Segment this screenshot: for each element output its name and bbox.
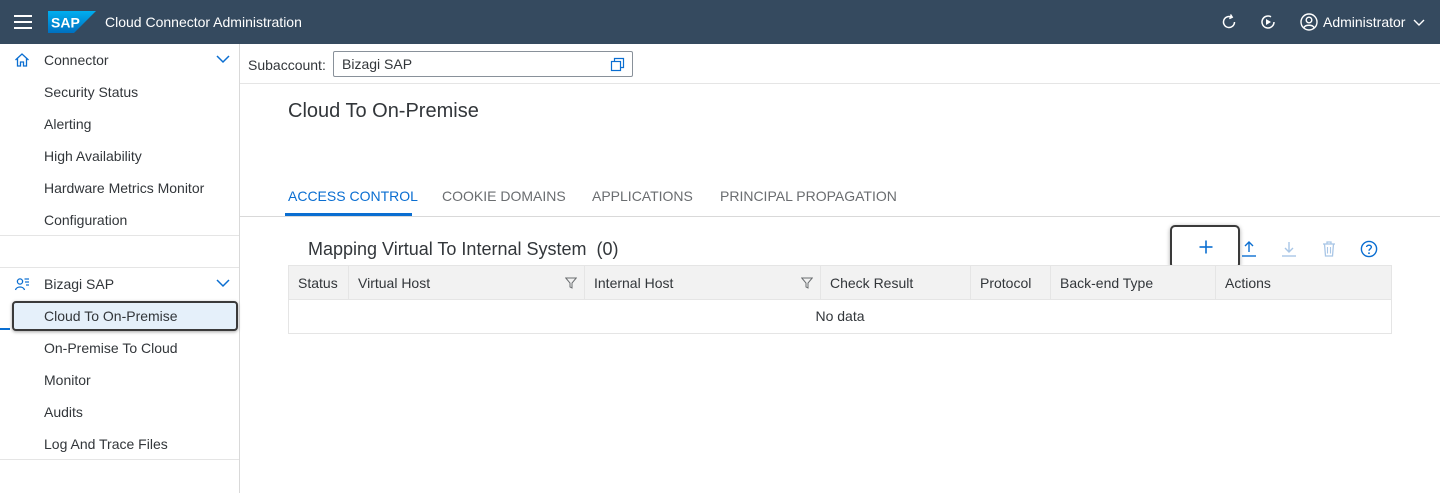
- sidebar-item-label: Audits: [44, 404, 83, 420]
- refresh-icon[interactable]: [1219, 12, 1239, 32]
- sidebar-divider: [0, 459, 239, 460]
- sidebar-item-label: Security Status: [44, 84, 139, 100]
- sidebar: Connector Security Status Alerting High …: [0, 44, 240, 493]
- sidebar-group-label: Bizagi SAP: [44, 276, 115, 292]
- table-title-text: Mapping Virtual To Internal System: [308, 239, 587, 259]
- upload-icon: [1242, 241, 1256, 257]
- column-header-label: Check Result: [830, 275, 914, 291]
- column-header-label: Back-end Type: [1060, 275, 1154, 291]
- sidebar-group-connector[interactable]: Connector: [0, 44, 239, 76]
- page-title: Cloud To On-Premise: [288, 100, 479, 122]
- menu-icon[interactable]: [14, 14, 32, 30]
- sidebar-item-label: On-Premise To Cloud: [44, 340, 178, 356]
- sidebar-item-security-status[interactable]: Security Status: [0, 76, 239, 108]
- subaccount-select[interactable]: Bizagi SAP: [333, 51, 633, 77]
- help-icon: [1360, 240, 1378, 258]
- tab-bar: ACCESS CONTROL COOKIE DOMAINS APPLICATIO…: [240, 176, 1440, 217]
- sidebar-divider: [0, 235, 239, 236]
- sap-logo: SAP: [48, 11, 96, 33]
- add-icon: [1199, 240, 1213, 254]
- sidebar-item-label: Cloud To On-Premise: [44, 308, 178, 324]
- delete-button[interactable]: [1316, 236, 1342, 262]
- download-button[interactable]: [1276, 236, 1302, 262]
- column-header-internal-host[interactable]: Internal Host: [585, 266, 821, 300]
- sidebar-item-configuration[interactable]: Configuration: [0, 204, 239, 236]
- sidebar-group-label: Connector: [44, 52, 109, 68]
- sidebar-item-label: Log And Trace Files: [44, 436, 168, 452]
- column-header-back-end-type[interactable]: Back-end Type: [1051, 266, 1216, 300]
- value-help-icon[interactable]: [610, 57, 625, 72]
- mapping-table: Status Virtual Host Internal Host Check …: [288, 265, 1392, 334]
- sidebar-item-audits[interactable]: Audits: [0, 396, 239, 428]
- sidebar-item-high-availability[interactable]: High Availability: [0, 140, 239, 172]
- sidebar-item-log-and-trace-files[interactable]: Log And Trace Files: [0, 428, 239, 460]
- sidebar-item-label: Hardware Metrics Monitor: [44, 180, 205, 196]
- subaccount-value: Bizagi SAP: [342, 56, 413, 72]
- table-header: Status Virtual Host Internal Host Check …: [289, 266, 1391, 300]
- filter-icon[interactable]: [565, 277, 577, 289]
- sidebar-item-label: Alerting: [44, 116, 92, 132]
- help-button[interactable]: [1356, 236, 1382, 262]
- column-header-label: Virtual Host: [358, 275, 431, 291]
- subaccount-icon: [14, 278, 29, 291]
- play-icon[interactable]: [1258, 12, 1278, 32]
- selection-indicator: [0, 328, 10, 330]
- filter-icon[interactable]: [801, 277, 813, 289]
- sidebar-item-label: Monitor: [44, 372, 91, 388]
- delete-icon: [1323, 241, 1335, 257]
- tab-principal-propagation[interactable]: PRINCIPAL PROPAGATION: [720, 188, 897, 204]
- sidebar-item-label: High Availability: [44, 148, 142, 164]
- home-icon: [15, 53, 29, 67]
- table-title: Mapping Virtual To Internal System (0): [308, 239, 619, 260]
- active-tab-indicator: [285, 213, 412, 216]
- download-icon: [1282, 242, 1296, 257]
- column-header-status[interactable]: Status: [289, 266, 349, 300]
- sidebar-item-on-premise-to-cloud[interactable]: On-Premise To Cloud: [0, 332, 239, 364]
- column-header-actions[interactable]: Actions: [1216, 266, 1391, 300]
- user-name: Administrator: [1323, 14, 1406, 30]
- tab-applications[interactable]: APPLICATIONS: [592, 188, 693, 204]
- user-icon: [1300, 13, 1318, 31]
- subaccount-label: Subaccount:: [248, 57, 326, 73]
- chevron-down-icon[interactable]: [216, 278, 230, 288]
- table-count: (0): [596, 239, 619, 259]
- sidebar-item-label: Configuration: [44, 212, 128, 228]
- column-header-virtual-host[interactable]: Virtual Host: [349, 266, 585, 300]
- chevron-down-icon: [1413, 19, 1425, 26]
- column-header-protocol[interactable]: Protocol: [971, 266, 1051, 300]
- sidebar-item-monitor[interactable]: Monitor: [0, 364, 239, 396]
- column-header-label: Status: [298, 275, 338, 291]
- tab-cookie-domains[interactable]: COOKIE DOMAINS: [442, 188, 566, 204]
- tab-access-control[interactable]: ACCESS CONTROL: [288, 188, 418, 204]
- sidebar-group-subaccount[interactable]: Bizagi SAP: [0, 268, 239, 300]
- sidebar-item-hardware-metrics-monitor[interactable]: Hardware Metrics Monitor: [0, 172, 239, 204]
- shell-bar: SAP Cloud Connector Administration Admin…: [0, 0, 1440, 44]
- column-header-check-result[interactable]: Check Result: [821, 266, 971, 300]
- column-header-label: Internal Host: [594, 275, 674, 291]
- chevron-down-icon[interactable]: [216, 54, 230, 64]
- sidebar-item-cloud-to-on-premise[interactable]: Cloud To On-Premise: [0, 300, 239, 332]
- subaccount-bar: Subaccount: Bizagi SAP: [240, 44, 1440, 84]
- sidebar-item-alerting[interactable]: Alerting: [0, 108, 239, 140]
- column-header-label: Actions: [1225, 275, 1271, 291]
- upload-button[interactable]: [1236, 236, 1262, 262]
- logo-text: SAP: [51, 15, 80, 31]
- app-title: Cloud Connector Administration: [105, 14, 302, 30]
- column-header-label: Protocol: [980, 275, 1032, 291]
- table-empty-text: No data: [815, 308, 865, 324]
- add-button[interactable]: [1170, 225, 1240, 269]
